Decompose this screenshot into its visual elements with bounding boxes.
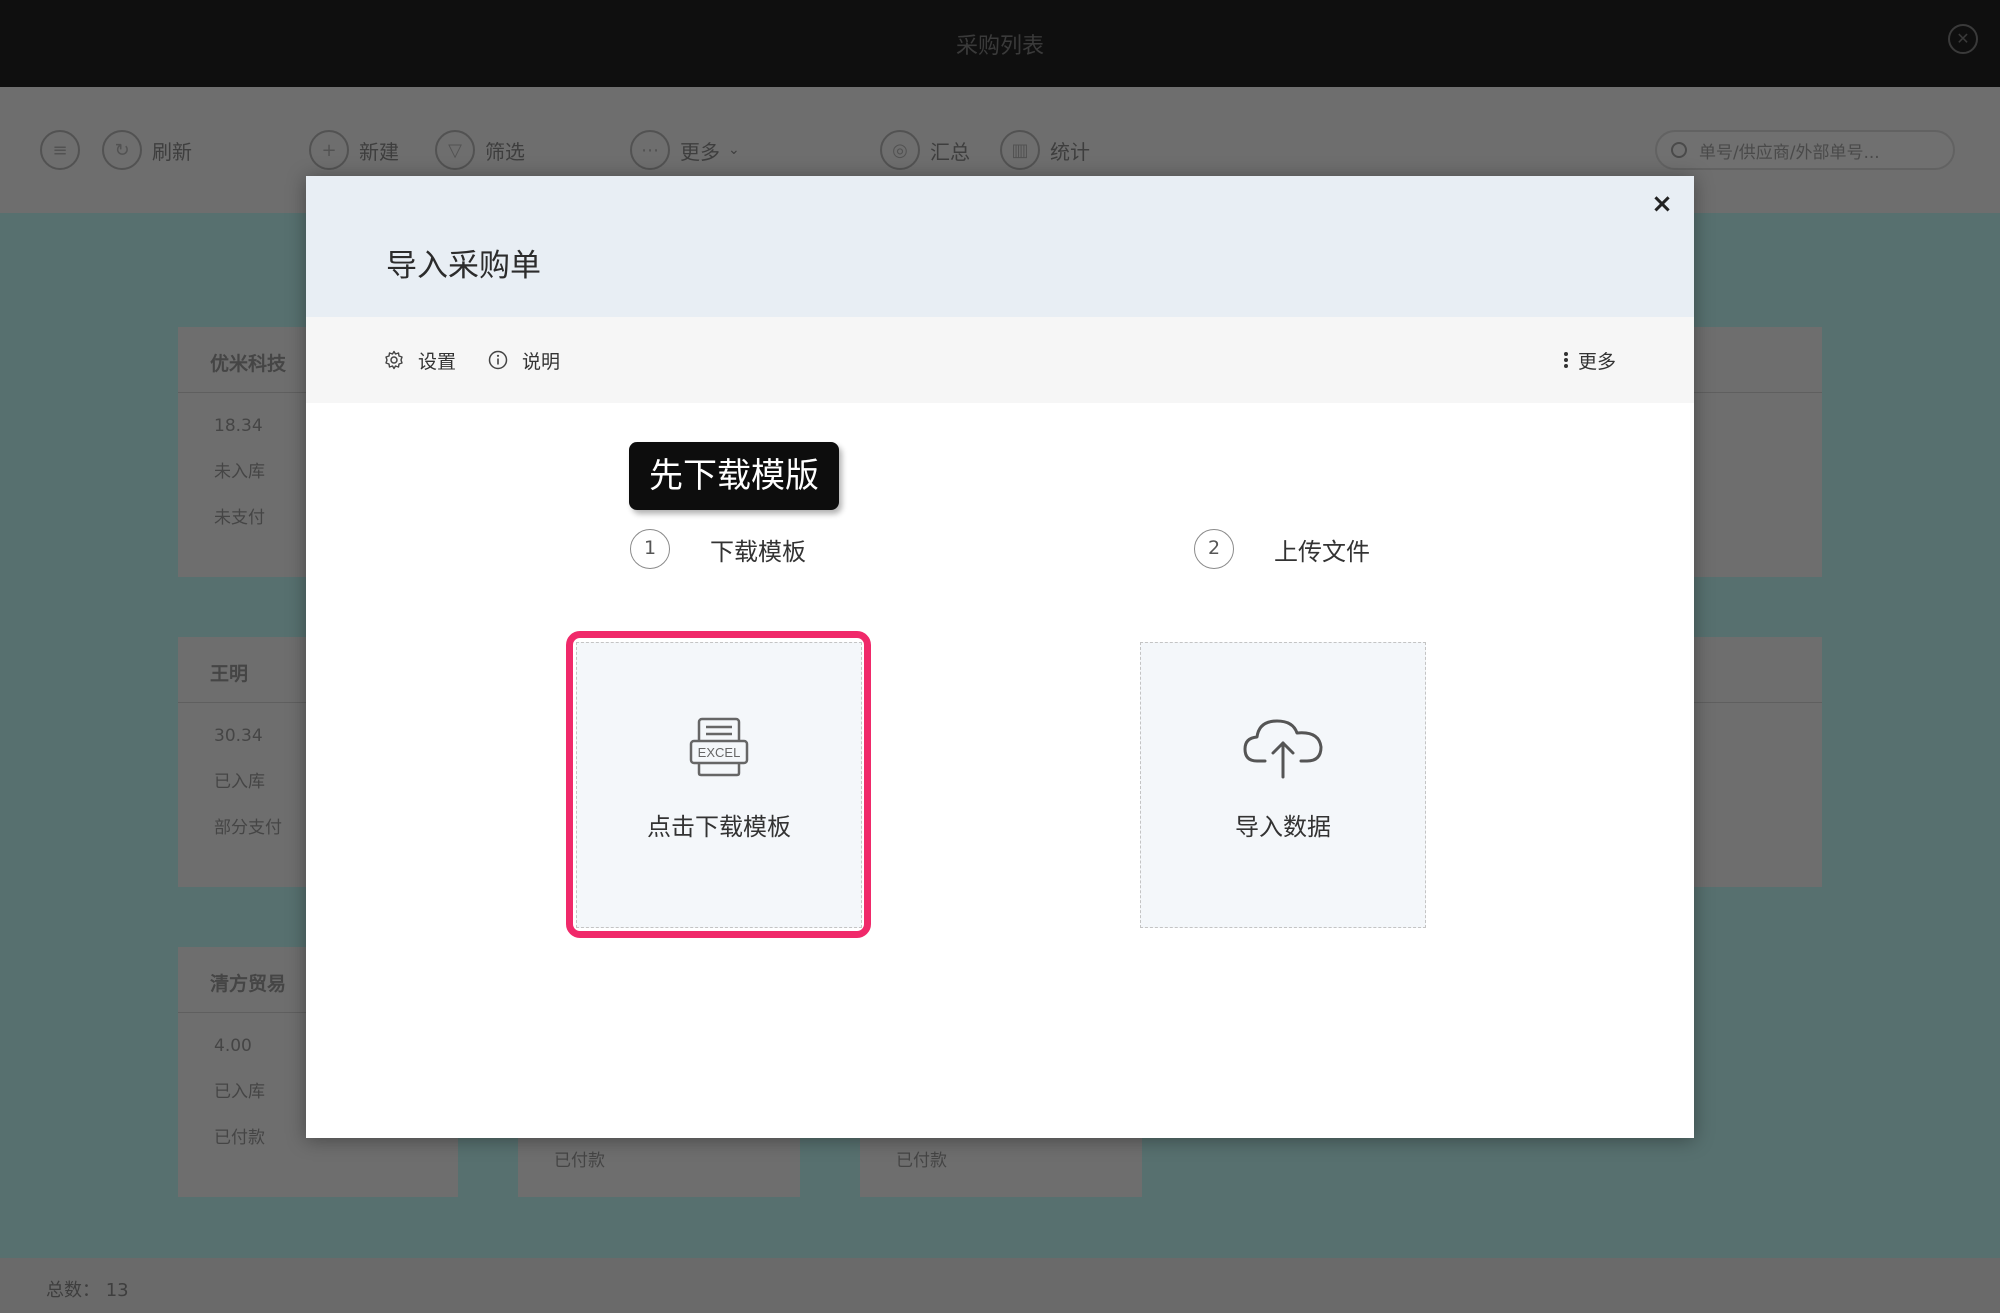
filter-button[interactable]: ▽ 筛选 <box>435 130 525 170</box>
search-input[interactable]: 单号/供应商/外部单号... <box>1655 130 1955 170</box>
import-data-label: 导入数据 <box>1235 813 1331 841</box>
more-label: 更多 <box>680 139 720 164</box>
chevron-down-icon: ⌄ <box>728 142 740 158</box>
list-item[interactable]: 已付款 <box>518 1138 800 1197</box>
step-label: 下载模板 <box>710 537 806 566</box>
menu-icon: ≡ <box>40 130 80 170</box>
download-template-label: 点击下载模板 <box>647 813 791 841</box>
refresh-icon: ↻ <box>102 130 142 170</box>
step-download: 1 下载模板 <box>630 529 806 569</box>
card-pay-status: 已付款 <box>554 1151 605 1171</box>
more-button[interactable]: ⋯ 更多 ⌄ <box>630 130 740 170</box>
info-icon <box>488 350 508 370</box>
refresh-button[interactable]: ↻ 刷新 <box>102 130 192 170</box>
summary-label: 汇总 <box>930 139 970 164</box>
new-button[interactable]: + 新建 <box>309 130 399 170</box>
gear-icon <box>385 350 403 370</box>
settings-button[interactable]: 设置 <box>384 343 456 377</box>
refresh-label: 刷新 <box>152 139 192 164</box>
stats-button[interactable]: ▥ 统计 <box>1000 130 1090 170</box>
excel-file-icon: EXCEL <box>689 717 749 777</box>
window-title: 采购列表 <box>955 34 1044 59</box>
new-label: 新建 <box>359 139 399 164</box>
import-dialog: 导入采购单 × 设置 说明 更多 先下载模版 1 下载模板 2 上传文件 EXC… <box>306 176 1694 1138</box>
summary-button[interactable]: ◎ 汇总 <box>880 130 970 170</box>
window-titlebar: 采购列表 ✕ <box>0 0 2000 87</box>
dialog-more-button[interactable]: 更多 <box>1563 343 1616 377</box>
dialog-title: 导入采购单 <box>386 248 541 284</box>
total-label: 总数： <box>46 1280 100 1301</box>
status-bar: 总数： 13 <box>0 1258 2000 1313</box>
summary-icon: ◎ <box>880 130 920 170</box>
step-label: 上传文件 <box>1274 537 1370 566</box>
step-upload: 2 上传文件 <box>1194 529 1370 569</box>
window-close-icon[interactable]: ✕ <box>1948 24 1978 54</box>
filter-icon: ▽ <box>435 130 475 170</box>
card-pay-status: 已付款 <box>896 1151 947 1171</box>
help-button[interactable]: 说明 <box>488 343 560 377</box>
search-placeholder: 单号/供应商/外部单号... <box>1699 142 1880 163</box>
import-data-button[interactable]: 导入数据 <box>1140 642 1426 928</box>
dialog-toolbar: 设置 说明 更多 <box>306 317 1694 403</box>
svg-text:EXCEL: EXCEL <box>698 745 741 760</box>
filter-label: 筛选 <box>485 139 525 164</box>
total-value: 13 <box>105 1280 129 1301</box>
more-vertical-icon <box>1563 351 1568 369</box>
cloud-upload-icon <box>1243 719 1323 779</box>
dialog-more-label: 更多 <box>1577 350 1616 373</box>
bar-chart-icon: ▥ <box>1000 130 1040 170</box>
plus-icon: + <box>309 130 349 170</box>
step-number: 1 <box>630 529 670 569</box>
help-label: 说明 <box>522 350 561 373</box>
settings-label: 设置 <box>418 350 457 373</box>
stats-label: 统计 <box>1050 139 1090 164</box>
list-item[interactable]: 已付款 <box>860 1138 1142 1197</box>
dialog-header: 导入采购单 × <box>306 176 1694 317</box>
ellipsis-icon: ⋯ <box>630 130 670 170</box>
download-template-button[interactable]: EXCEL 点击下载模板 <box>576 642 862 928</box>
menu-button[interactable]: ≡ <box>40 130 90 170</box>
close-icon[interactable]: × <box>1648 190 1676 218</box>
search-icon <box>1671 142 1687 158</box>
step-number: 2 <box>1194 529 1234 569</box>
tooltip: 先下载模版 <box>629 442 839 510</box>
